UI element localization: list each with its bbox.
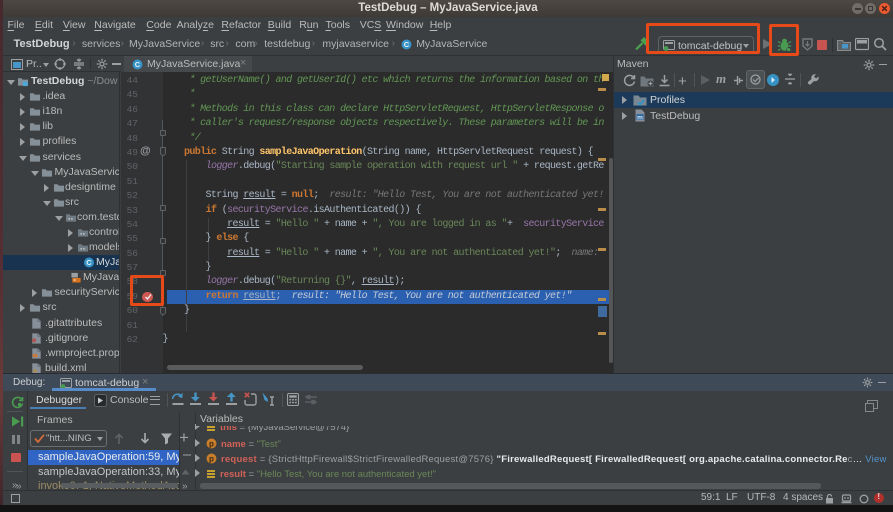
svg-text:C: C <box>86 258 92 267</box>
svg-text:C: C <box>403 40 409 49</box>
svg-text:C: C <box>135 60 141 69</box>
svg-text:m: m <box>637 114 643 121</box>
svg-text:p: p <box>209 454 214 463</box>
svg-text:p: p <box>209 439 214 448</box>
